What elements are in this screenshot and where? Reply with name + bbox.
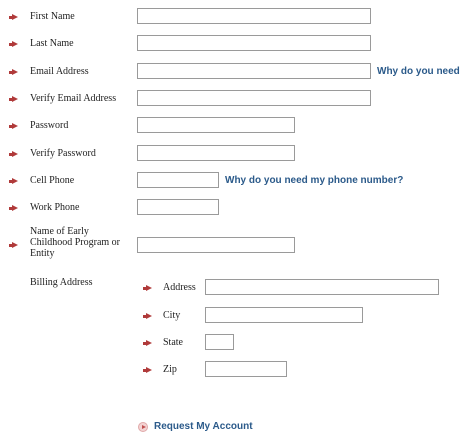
request-account-label: Request My Account: [154, 421, 253, 432]
first-name-label: First Name: [30, 11, 75, 22]
verify-password-label: Verify Password: [30, 148, 96, 159]
billing-city-input[interactable]: [205, 307, 363, 323]
first-name-input[interactable]: [137, 8, 371, 24]
arrow-right-icon: [9, 14, 18, 20]
password-input[interactable]: [137, 117, 295, 133]
verify-email-label: Verify Email Address: [30, 93, 117, 104]
billing-zip-label: Zip: [163, 364, 177, 375]
program-label: Name of Early Childhood Program or Entit…: [30, 226, 120, 259]
last-name-label: Last Name: [30, 38, 74, 49]
arrow-right-icon: [9, 151, 18, 157]
arrow-right-icon: [9, 242, 18, 248]
billing-street-label: Address: [163, 282, 196, 293]
arrow-right-icon: [143, 285, 152, 291]
arrow-right-icon: [143, 313, 152, 319]
email-label: Email Address: [30, 66, 89, 77]
arrow-right-icon: [9, 123, 18, 129]
billing-zip-input[interactable]: [205, 361, 287, 377]
work-phone-label: Work Phone: [30, 202, 80, 213]
arrow-right-icon: [9, 178, 18, 184]
billing-city-label: City: [163, 310, 181, 321]
verify-email-input[interactable]: [137, 90, 371, 106]
cell-phone-label: Cell Phone: [30, 175, 75, 186]
arrow-circle-icon: [138, 422, 148, 432]
why-phone-link[interactable]: Why do you need my phone number?: [225, 175, 403, 187]
arrow-right-icon: [9, 205, 18, 211]
arrow-right-icon: [143, 340, 152, 346]
password-label: Password: [30, 120, 69, 131]
why-email-link[interactable]: Why do you need: [377, 66, 460, 78]
arrow-right-icon: [9, 96, 18, 102]
email-input[interactable]: [137, 63, 371, 79]
arrow-right-icon: [143, 367, 152, 373]
billing-address-label: Billing Address: [30, 277, 93, 288]
work-phone-input[interactable]: [137, 199, 219, 215]
arrow-right-icon: [9, 69, 18, 75]
billing-street-input[interactable]: [205, 279, 439, 295]
billing-state-label: State: [163, 337, 183, 348]
cell-phone-input[interactable]: [137, 172, 219, 188]
billing-state-input[interactable]: [205, 334, 234, 350]
last-name-input[interactable]: [137, 35, 371, 51]
arrow-right-icon: [9, 41, 18, 47]
program-input[interactable]: [137, 237, 295, 253]
verify-password-input[interactable]: [137, 145, 295, 161]
